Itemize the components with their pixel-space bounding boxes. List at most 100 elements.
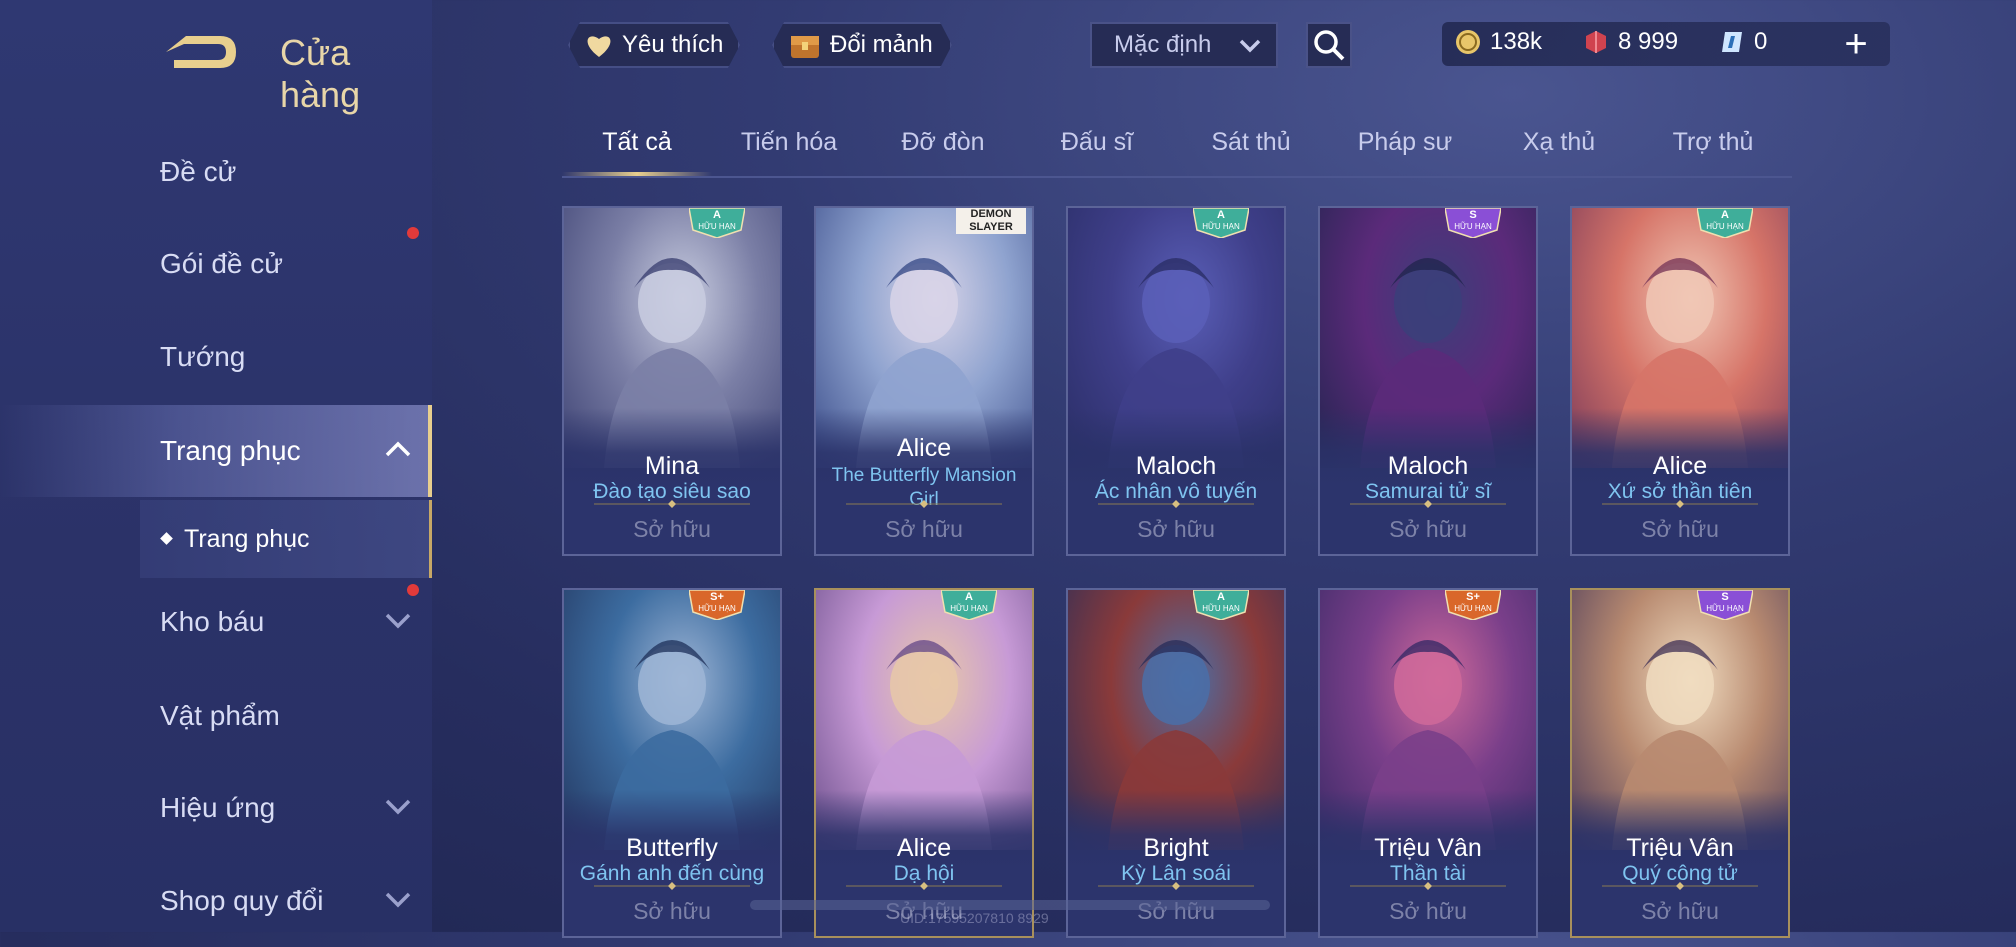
collab-banner: DEMON SLAYER [956, 208, 1026, 234]
voucher-gem-icon [1586, 31, 1606, 53]
tier-label: A [1721, 209, 1729, 221]
scrollbar[interactable] [750, 900, 1270, 910]
bullet-icon [160, 532, 173, 545]
back-arrow-icon[interactable] [160, 30, 240, 74]
tier-label: A [1217, 591, 1225, 603]
divider-ornament-icon [846, 500, 1002, 508]
limited-label: HỮU HẠN [1454, 222, 1492, 231]
hero-name: Alice [896, 434, 952, 462]
divider-ornament-icon [1350, 882, 1506, 890]
sort-value: Mặc định [1114, 31, 1212, 58]
sidebar-item-label: Shop quy đổi [160, 885, 324, 916]
sort-dropdown[interactable]: Mặc định [1090, 22, 1278, 68]
owned-status: Sở hữu [1389, 516, 1467, 542]
hero-name: Maloch [1135, 452, 1217, 480]
chevron-down-icon [1239, 39, 1261, 53]
chevron-down-icon [385, 613, 411, 629]
category-tabs: Tất cả Tiến hóa Đỡ đòn Đấu sĩ Sát thủ Ph… [562, 128, 1792, 178]
owned-status: Sở hữu [1641, 898, 1719, 924]
tab-marksman[interactable]: Xạ thủ [1484, 128, 1634, 176]
sidebar-item-skins[interactable]: Trang phục [0, 405, 432, 497]
limited-label: HỮU HẠN [950, 604, 988, 613]
tab-tank[interactable]: Đỡ đòn [868, 128, 1018, 176]
hero-name: Butterfly [626, 834, 718, 862]
page-title: Cửa hàng [280, 32, 361, 115]
hero-name: Triệu Vân [1626, 834, 1734, 862]
skin-card[interactable]: A HỮU HẠN Bright Kỳ Lân soái Sở hữu [1066, 588, 1286, 938]
hero-name: Bright [1143, 834, 1209, 862]
limited-label: HỮU HẠN [1202, 604, 1240, 613]
sidebar-item-label: Đề cử [160, 156, 237, 187]
limited-label: HỮU HẠN [1706, 222, 1744, 231]
hero-name: Mina [644, 452, 700, 480]
divider-ornament-icon [594, 500, 750, 508]
tier-label: A [1217, 209, 1225, 221]
skin-card[interactable]: S HỮU HẠN Maloch Samurai tử sĩ Sở hữu [1318, 206, 1538, 556]
sidebar-item-heroes[interactable]: Tướng [0, 311, 432, 403]
exchange-fragments-button[interactable]: Đổi mảnh [772, 22, 952, 68]
tier-badge: S+ HỮU HẠN [1445, 590, 1501, 620]
uid-watermark: UID:17595207810 8929 [900, 910, 1049, 926]
skin-card[interactable]: A HỮU HẠN Mina Đào tạo siêu sao Sở hữu [562, 206, 782, 556]
tab-evolution[interactable]: Tiến hóa [714, 128, 864, 176]
skin-card[interactable]: A HỮU HẠN Alice Xứ sở thần tiên Sở hữu [1570, 206, 1790, 556]
gold-currency: 138k [1454, 28, 1542, 56]
sidebar-item-label: Kho báu [160, 606, 265, 637]
divider-ornament-icon [1098, 500, 1254, 508]
limited-label: HỮU HẠN [698, 222, 736, 231]
currency-bar: 138k 8 999 0 [1442, 22, 1890, 66]
sidebar-item-treasure[interactable]: Kho báu [0, 576, 432, 668]
owned-status: Sở hữu [885, 516, 963, 542]
owned-status: Sở hữu [633, 516, 711, 542]
active-tab-indicator [562, 172, 712, 176]
sidebar: Cửa hàng Đề cử Gói đề cử Tướng Trang phụ… [0, 0, 432, 932]
search-button[interactable] [1306, 22, 1352, 68]
tier-label: S+ [1466, 591, 1480, 603]
tier-label: S [1721, 591, 1729, 603]
skin-card[interactable]: S+ HỮU HẠN Butterfly Gánh anh đến cùng Sở hữ… [562, 588, 782, 938]
tab-support[interactable]: Trợ thủ [1638, 128, 1788, 176]
tier-badge: A HỮU HẠN [1193, 590, 1249, 620]
notification-dot [407, 227, 419, 239]
skin-card[interactable]: A HỮU HẠN Maloch Ác nhân vô tuyến Sở hữu [1066, 206, 1286, 556]
sidebar-item-items[interactable]: Vật phẩm [0, 670, 432, 762]
tab-mage[interactable]: Pháp sư [1330, 128, 1480, 176]
limited-label: HỮU HẠN [698, 604, 736, 613]
chevron-up-icon [385, 441, 411, 457]
tab-assassin[interactable]: Sát thủ [1176, 128, 1326, 176]
sidebar-item-recommended[interactable]: Đề cử [0, 126, 432, 218]
owned-status: Sở hữu [1389, 898, 1467, 924]
hero-name: Alice [896, 834, 952, 862]
favorite-button[interactable]: Yêu thích [568, 22, 740, 68]
divider-ornament-icon [1350, 500, 1506, 508]
sidebar-subitem-skins[interactable]: Trang phục [140, 500, 432, 578]
skin-card[interactable]: A HỮU HẠN Alice Dạ hội Sở hữu [814, 588, 1034, 938]
ticket-icon [1722, 32, 1742, 52]
hero-name: Alice [1652, 452, 1708, 480]
tier-badge: S+ HỮU HẠN [689, 590, 745, 620]
sidebar-subitem-label: Trang phục [184, 524, 310, 553]
owned-status: Sở hữu [633, 898, 711, 924]
tier-label: S+ [710, 591, 724, 603]
voucher-amount: 8 999 [1618, 28, 1679, 55]
hero-name: Triệu Vân [1374, 834, 1482, 862]
hero-name: Maloch [1387, 452, 1469, 480]
chevron-down-icon [385, 892, 411, 908]
sidebar-item-label: Vật phẩm [160, 700, 280, 731]
sidebar-item-label: Hiệu ứng [160, 792, 276, 823]
ticket-currency: 0 [1718, 28, 1767, 56]
limited-label: HỮU HẠN [1706, 604, 1744, 613]
skin-card[interactable]: S+ HỮU HẠN Triệu Vân Thần tài Sở hữu [1318, 588, 1538, 938]
tab-all[interactable]: Tất cả [562, 128, 712, 176]
sidebar-item-bundles[interactable]: Gói đề cử [0, 218, 432, 310]
skin-card[interactable]: DEMON SLAYER Alice The Butterfly Mansion G… [814, 206, 1034, 556]
ticket-amount: 0 [1754, 28, 1768, 55]
tab-fighter[interactable]: Đấu sĩ [1022, 128, 1172, 176]
sidebar-item-exchange-shop[interactable]: Shop quy đổi [0, 855, 432, 947]
gold-amount: 138k [1490, 28, 1543, 55]
add-currency-button[interactable]: + [1840, 22, 1872, 66]
skin-card[interactable]: S HỮU HẠN Triệu Vân Quý công tử Sở hữu [1570, 588, 1790, 938]
sidebar-item-effects[interactable]: Hiệu ứng [0, 762, 432, 854]
divider-ornament-icon [1602, 882, 1758, 890]
search-icon [1314, 30, 1345, 61]
